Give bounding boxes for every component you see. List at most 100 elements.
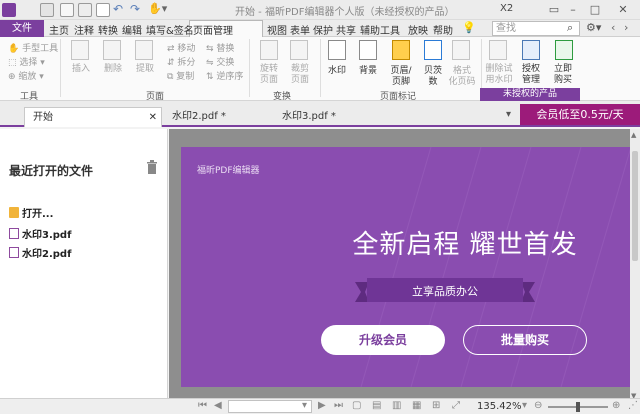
buy-now-button[interactable]: 立即 购买 [548,64,578,86]
prev-page-icon[interactable]: ◀ [214,400,222,411]
page-dropdown-icon[interactable]: ▾ [302,400,307,411]
facing-view-icon[interactable]: ▥ [392,400,401,411]
tab-watermark3[interactable]: 水印3.pdf * [274,107,380,127]
new-icon[interactable] [96,3,110,17]
first-page-icon[interactable]: ⏮ [198,400,207,411]
nav-back-icon[interactable]: ‹ [611,21,615,34]
bulk-purchase-button[interactable]: 批量购买 [463,325,587,355]
menu-accessibility[interactable]: 辅助工具 [360,22,400,37]
replace-label: 替换 [216,44,235,54]
format-page-number-icon [452,40,470,60]
rotate-label-2: 页面 [259,75,278,85]
split-view-icon[interactable]: ⊞ [432,400,440,411]
vertical-scrollbar[interactable]: ▲ ▼ [630,129,640,404]
maximize-icon[interactable]: □ [586,2,604,18]
resize-grip-icon[interactable]: ⋰ [628,400,638,411]
recent-files-title: 最近打开的文件 [9,164,94,178]
menu-fill-sign[interactable]: 填写&签名 [146,22,194,37]
menu-slideshow[interactable]: 放映 [408,22,428,37]
tab-list-dropdown-icon[interactable]: ▾ [506,109,511,120]
menu-edit[interactable]: 编辑 [122,22,142,37]
rotate-page-icon [260,40,278,60]
select-tool-button[interactable]: ⬚ 选择 ▾ [8,55,45,68]
lightbulb-icon[interactable]: 💡 [462,21,476,34]
upgrade-membership-button[interactable]: 升级会员 [321,325,445,355]
delete-page-icon [103,40,121,60]
single-page-view-icon[interactable]: ▢ [352,400,361,411]
menu-form[interactable]: 表单 [290,22,310,37]
redo-icon[interactable]: ↷ [130,2,140,16]
minimize-icon[interactable]: – [564,2,582,18]
watermark-button[interactable]: 水印 [324,66,350,77]
extract-button[interactable]: 提取 [135,64,155,75]
remove-trial-watermark-button[interactable]: 删除试 用水印 [482,64,516,86]
scrollbar-thumb[interactable] [632,151,638,261]
next-page-icon[interactable]: ▶ [318,400,326,411]
recent-file-name: 水印3.pdf [22,230,72,241]
tab-start[interactable]: 开始 ✕ [24,107,162,127]
menu-convert[interactable]: 转换 [98,22,118,37]
menu-share[interactable]: 共享 [336,22,356,37]
tab-watermark2[interactable]: 水印2.pdf * [164,107,270,127]
search-icon[interactable]: ⌕ [567,21,573,35]
zoom-slider-handle[interactable] [576,402,580,412]
zoom-out-icon[interactable]: ⊖ [534,400,542,411]
continuous-view-icon[interactable]: ▤ [372,400,381,411]
zoom-in-icon[interactable]: ⊕ [612,400,620,411]
zoom-dropdown-icon[interactable]: ▾ [522,400,527,411]
member-promo-banner[interactable]: 会员低至0.5元/天 [520,104,640,125]
move-button[interactable]: ⇄ 移动 [167,41,195,54]
menu-file[interactable]: 文件 [0,20,44,37]
trash-icon[interactable] [146,160,158,174]
format-page-number-button[interactable]: 格式 化页码 [445,66,479,88]
manage-license-button[interactable]: 授权 管理 [516,64,546,86]
swap-button[interactable]: ⇋ 交换 [206,55,234,68]
select-tool-label: 选择 [19,58,38,68]
scroll-up-icon[interactable]: ▲ [631,131,636,139]
print-icon[interactable] [78,3,92,17]
crop-page-button[interactable]: 裁剪 页面 [285,64,315,86]
rotate-page-button[interactable]: 旋转 页面 [254,64,284,86]
zoom-tool-button[interactable]: ⊕ 缩放 ▾ [8,69,44,82]
last-page-icon[interactable]: ⏭ [334,400,343,411]
bates-number-button[interactable]: 贝茨数 [419,66,447,88]
document-tab-bar: 开始 ✕ 水印2.pdf * 水印3.pdf * ▾ 会员低至0.5元/天 [0,101,640,127]
menu-page-management[interactable]: 页面管理 [193,22,233,37]
page-number-input[interactable] [228,400,312,413]
fit-view-icon[interactable]: ⤢ [452,400,460,411]
close-icon[interactable]: ✕ [614,2,632,18]
insert-button[interactable]: 插入 [71,64,91,75]
recent-file-item[interactable]: 水印2.pdf [9,245,71,260]
pdf-file-icon [9,247,19,258]
undo-icon[interactable]: ↶ [113,2,123,16]
swap-label: 交换 [216,58,235,68]
replace-button[interactable]: ⇆ 替换 [206,41,234,54]
menu-home[interactable]: 主页 [49,22,69,37]
open-icon[interactable] [60,3,74,17]
nav-forward-icon[interactable]: › [624,21,628,34]
ribbon: ✋ 手型工具 ⬚ 选择 ▾ ⊕ 缩放 ▾ 工具 插入 删除 提取 ⇄ 移动 ⇵ … [0,37,640,102]
close-icon[interactable]: ✕ [149,108,157,127]
background-button[interactable]: 背景 [355,66,381,77]
copy-button[interactable]: ⧉ 复制 [167,69,194,82]
header-footer-button[interactable]: 页眉/页脚 [383,66,419,88]
open-file-item[interactable]: 打开... [9,205,53,220]
status-bar: ⏮ ◀ ▾ ▶ ⏭ ▢ ▤ ▥ ▦ ⊞ ⤢ 135.42% ▾ ⊖ ⊕ ⋰ [0,398,640,414]
unauthorized-product-label: 未授权的产品 [480,88,580,101]
delete-button[interactable]: 删除 [103,64,123,75]
ribbon-collapse-icon[interactable]: ▭ [545,2,563,18]
recent-file-item[interactable]: 水印3.pdf [9,226,71,241]
split-button[interactable]: ⇵ 拆分 [167,55,195,68]
reverse-button[interactable]: ⇅ 逆序序 [206,69,243,82]
menu-comment[interactable]: 注释 [74,22,94,37]
hand-tool-button[interactable]: ✋ 手型工具 [8,41,58,54]
menu-help[interactable]: 帮助 [433,22,453,37]
continuous-facing-view-icon[interactable]: ▦ [412,400,421,411]
settings-gear-icon[interactable]: ⚙▾ [586,21,601,34]
save-icon[interactable] [40,3,54,17]
menu-view[interactable]: 视图 [267,22,287,37]
hand-dropdown-icon[interactable]: ✋▾ [148,2,167,15]
menu-protect[interactable]: 保护 [313,22,333,37]
reverse-label: 逆序序 [216,72,244,82]
format-page-label-1: 格式 [452,66,471,76]
